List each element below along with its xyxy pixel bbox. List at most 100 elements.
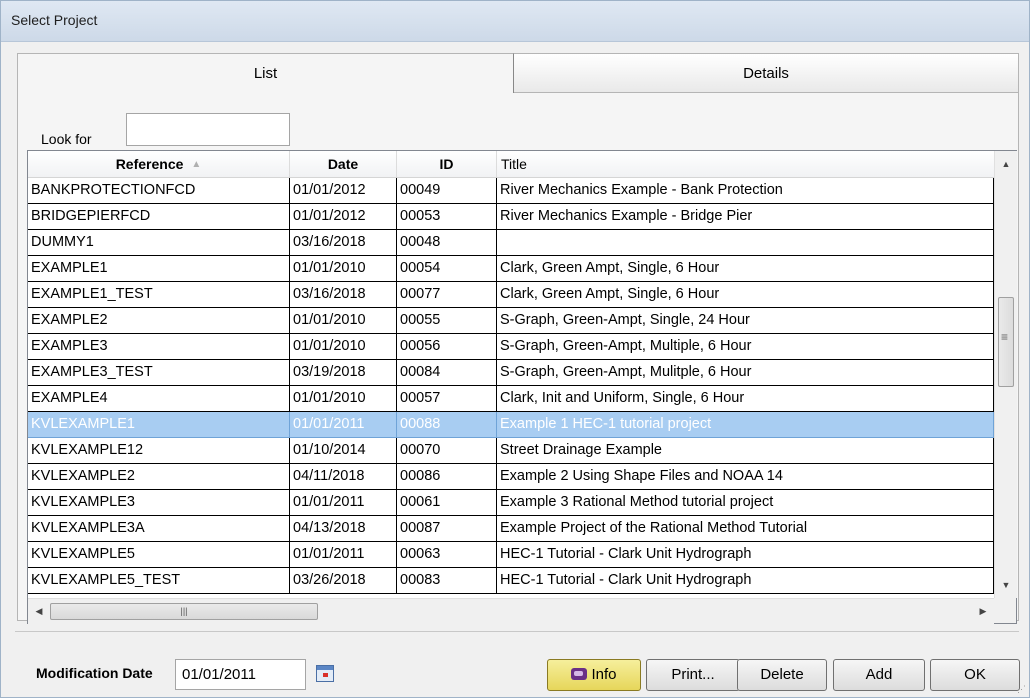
- table-row[interactable]: KVLEXAMPLE12 01/10/2014 00070 Street Draina…: [28, 438, 994, 464]
- modification-date-field[interactable]: [175, 659, 306, 690]
- scrollbar-corner: [994, 598, 1016, 623]
- cell-id: 00063: [397, 542, 497, 568]
- cell-title: River Mechanics Example - Bank Protectio…: [497, 178, 994, 204]
- cell-date: 01/01/2010: [290, 386, 397, 412]
- table-header: Reference ▲ Date ID Title: [28, 151, 994, 178]
- cell-date: 04/13/2018: [290, 516, 397, 542]
- horizontal-scroll-thumb[interactable]: |||: [50, 603, 318, 620]
- cell-date: 03/16/2018: [290, 282, 397, 308]
- scroll-left-icon[interactable]: ◀: [28, 599, 50, 624]
- cell-date: 03/26/2018: [290, 568, 397, 594]
- table-row[interactable]: KVLEXAMPLE3 01/01/2011 00061 Example 3 Rati…: [28, 490, 994, 516]
- cell-reference: EXAMPLE1: [28, 256, 290, 282]
- cell-title: Example 1 HEC-1 tutorial project: [497, 412, 994, 438]
- cell-date: 01/01/2012: [290, 178, 397, 204]
- column-header-title[interactable]: Title: [497, 151, 994, 177]
- look-for-input[interactable]: [126, 113, 290, 146]
- cell-title: [497, 230, 994, 256]
- cell-date: 03/16/2018: [290, 230, 397, 256]
- table-row[interactable]: EXAMPLE1_TEST 03/16/2018 00077 Clark, Green…: [28, 282, 994, 308]
- cell-reference: KVLEXAMPLE5: [28, 542, 290, 568]
- cell-id: 00055: [397, 308, 497, 334]
- cell-title: S-Graph, Green-Ampt, Mulitple, 6 Hour: [497, 360, 994, 386]
- cell-id: 00048: [397, 230, 497, 256]
- cell-title: Example 2 Using Shape Files and NOAA 14: [497, 464, 994, 490]
- table-row[interactable]: EXAMPLE1 01/01/2010 00054 Clark, Green Ampt…: [28, 256, 994, 282]
- cell-id: 00087: [397, 516, 497, 542]
- cell-id: 00070: [397, 438, 497, 464]
- scroll-up-icon[interactable]: ▲: [995, 151, 1017, 177]
- cell-title: S-Graph, Green-Ampt, Multiple, 6 Hour: [497, 334, 994, 360]
- tab-details[interactable]: Details: [514, 53, 1019, 93]
- cell-title: River Mechanics Example - Bridge Pier: [497, 204, 994, 230]
- cell-title: Clark, Green Ampt, Single, 6 Hour: [497, 256, 994, 282]
- table-row[interactable]: EXAMPLE2 01/01/2010 00055 S-Graph, Green-Am…: [28, 308, 994, 334]
- table-row[interactable]: KVLEXAMPLE3A 04/13/2018 00087 Example Proje…: [28, 516, 994, 542]
- cell-reference: EXAMPLE2: [28, 308, 290, 334]
- horizontal-scrollbar[interactable]: ◀ ||| ▶: [28, 598, 994, 624]
- table-row[interactable]: EXAMPLE4 01/01/2010 00057 Clark, Init and U…: [28, 386, 994, 412]
- cell-id: 00053: [397, 204, 497, 230]
- cell-title: Example Project of the Rational Method T…: [497, 516, 994, 542]
- cell-id: 00083: [397, 568, 497, 594]
- table-row[interactable]: KVLEXAMPLE5 01/01/2011 00063 HEC-1 Tutorial…: [28, 542, 994, 568]
- vertical-scrollbar[interactable]: ▲ ▼: [994, 151, 1017, 598]
- column-header-id[interactable]: ID: [397, 151, 497, 177]
- add-button[interactable]: Add: [833, 659, 925, 691]
- project-table: Reference ▲ Date ID Title BANKPROTECTIONF…: [27, 150, 1017, 624]
- cell-id: 00086: [397, 464, 497, 490]
- table-row[interactable]: BRIDGEPIERFCD 01/01/2012 00053 River Mechan…: [28, 204, 994, 230]
- cell-date: 01/01/2012: [290, 204, 397, 230]
- column-header-date[interactable]: Date: [290, 151, 397, 177]
- cell-reference: EXAMPLE1_TEST: [28, 282, 290, 308]
- table-row[interactable]: EXAMPLE3_TEST 03/19/2018 00084 S-Graph, Gre…: [28, 360, 994, 386]
- vertical-scroll-thumb[interactable]: [998, 297, 1014, 387]
- delete-button[interactable]: Delete: [737, 659, 827, 691]
- cell-reference: KVLEXAMPLE1: [28, 412, 290, 438]
- cell-reference: KVLEXAMPLE2: [28, 464, 290, 490]
- scroll-right-icon[interactable]: ▶: [972, 599, 994, 624]
- calendar-icon[interactable]: [316, 665, 334, 682]
- window-title: Select Project: [11, 12, 98, 28]
- print-button[interactable]: Print...: [646, 659, 740, 691]
- cell-reference: EXAMPLE3_TEST: [28, 360, 290, 386]
- title-bar[interactable]: Select Project: [1, 1, 1029, 42]
- table-body: BANKPROTECTIONFCD 01/01/2012 00049 River Me…: [28, 178, 994, 594]
- cell-reference: DUMMY1: [28, 230, 290, 256]
- cell-title: Street Drainage Example: [497, 438, 994, 464]
- cell-title: Clark, Green Ampt, Single, 6 Hour: [497, 282, 994, 308]
- cell-reference: BANKPROTECTIONFCD: [28, 178, 290, 204]
- cell-title: Example 3 Rational Method tutorial proje…: [497, 490, 994, 516]
- table-row[interactable]: BANKPROTECTIONFCD 01/01/2012 00049 River Me…: [28, 178, 994, 204]
- cell-id: 00056: [397, 334, 497, 360]
- cell-reference: EXAMPLE4: [28, 386, 290, 412]
- cell-title: HEC-1 Tutorial - Clark Unit Hydrograph: [497, 542, 994, 568]
- cell-id: 00077: [397, 282, 497, 308]
- look-for-label: Look for: [41, 131, 92, 147]
- table-row[interactable]: EXAMPLE3 01/01/2010 00056 S-Graph, Green-Am…: [28, 334, 994, 360]
- cell-date: 01/01/2011: [290, 490, 397, 516]
- info-button[interactable]: Info: [547, 659, 641, 691]
- table-row[interactable]: DUMMY1 03/16/2018 00048: [28, 230, 994, 256]
- cell-reference: KVLEXAMPLE3A: [28, 516, 290, 542]
- tab-list[interactable]: List: [17, 53, 514, 93]
- cell-id: 00054: [397, 256, 497, 282]
- ok-button[interactable]: OK: [930, 659, 1020, 691]
- cell-reference: EXAMPLE3: [28, 334, 290, 360]
- cell-date: 01/01/2010: [290, 334, 397, 360]
- cell-date: 01/01/2010: [290, 308, 397, 334]
- cell-id: 00049: [397, 178, 497, 204]
- scroll-down-icon[interactable]: ▼: [995, 572, 1017, 598]
- resize-grip-icon[interactable]: ⋰: [1017, 685, 1027, 695]
- table-row[interactable]: KVLEXAMPLE1 01/01/2011 00088 Example 1 HEC-…: [28, 412, 994, 438]
- column-header-reference[interactable]: Reference ▲: [28, 151, 290, 177]
- tab-strip: List Details: [17, 53, 1019, 93]
- cell-date: 03/19/2018: [290, 360, 397, 386]
- cell-id: 00061: [397, 490, 497, 516]
- table-row[interactable]: KVLEXAMPLE5_TEST 03/26/2018 00083 HEC-1 Tut…: [28, 568, 994, 594]
- cell-title: HEC-1 Tutorial - Clark Unit Hydrograph: [497, 568, 994, 594]
- cell-date: 01/01/2011: [290, 412, 397, 438]
- footer-divider: [15, 631, 1019, 632]
- table-row[interactable]: KVLEXAMPLE2 04/11/2018 00086 Example 2 Usin…: [28, 464, 994, 490]
- cell-title: S-Graph, Green-Ampt, Single, 24 Hour: [497, 308, 994, 334]
